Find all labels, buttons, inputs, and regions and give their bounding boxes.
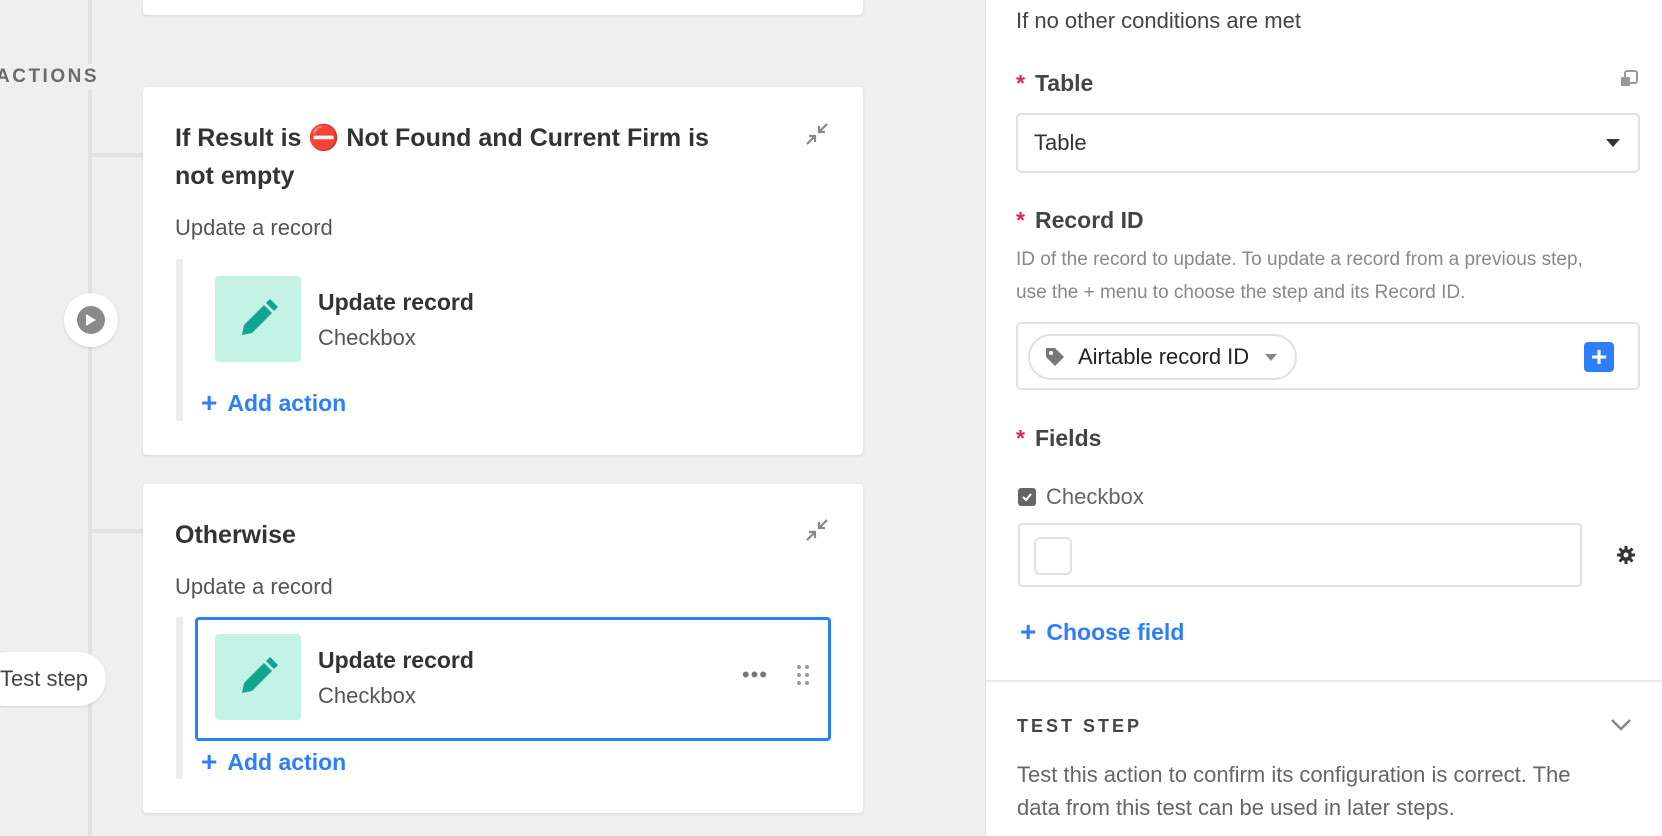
branch-bar xyxy=(176,259,183,421)
field-checkbox-name: Checkbox xyxy=(1018,484,1144,510)
record-id-help: ID of the record to update. To update a … xyxy=(1016,249,1583,303)
run-button[interactable] xyxy=(64,293,118,347)
add-action-label: Add action xyxy=(227,748,347,775)
condition-title: If Result is ⛔ Not Found and Current Fir… xyxy=(175,124,709,190)
table-select-value: Table xyxy=(1034,130,1087,155)
divider xyxy=(986,680,1662,682)
test-step-button[interactable]: Test step xyxy=(0,652,107,706)
collapse-icon[interactable] xyxy=(803,120,831,148)
action-tile xyxy=(215,276,301,362)
choose-field-label: Choose field xyxy=(1046,618,1185,645)
plus-icon: + xyxy=(1020,616,1037,647)
condition-subtitle: Update a record xyxy=(175,215,333,240)
record-id-input[interactable]: Airtable record ID + xyxy=(1016,322,1640,390)
gear-icon[interactable] xyxy=(1616,545,1636,565)
action-row[interactable]: Update record Checkbox xyxy=(195,259,831,381)
action-subtitle: Checkbox xyxy=(318,683,416,708)
record-id-label: * Record ID xyxy=(1016,207,1144,234)
play-icon xyxy=(77,306,105,334)
branch-connector xyxy=(90,529,144,533)
action-title: Update record xyxy=(318,647,474,673)
chevron-down-icon xyxy=(1606,139,1620,147)
more-options-icon[interactable]: ••• xyxy=(742,662,768,688)
action-subtitle: Checkbox xyxy=(318,325,416,350)
chevron-down-icon xyxy=(1265,353,1278,361)
fields-label-text: Fields xyxy=(1034,425,1102,451)
table-label-text: Table xyxy=(1034,70,1094,96)
chevron-down-icon[interactable] xyxy=(1610,718,1632,732)
config-panel: If no other conditions are met * Table Ta… xyxy=(985,0,1662,836)
otherwise-card[interactable]: Otherwise Update a record Update record … xyxy=(143,484,863,813)
add-action-button[interactable]: + Add action xyxy=(201,389,346,417)
fields-label: * Fields xyxy=(1016,425,1101,452)
collapse-icon[interactable] xyxy=(803,516,831,544)
plus-icon: + xyxy=(201,746,218,777)
tag-icon xyxy=(1046,348,1064,366)
record-id-label-text: Record ID xyxy=(1034,207,1144,233)
branch-connector xyxy=(90,153,144,157)
choose-field-button[interactable]: + Choose field xyxy=(1020,618,1184,646)
field-name-label: Checkbox xyxy=(1046,484,1144,509)
checkbox-field-icon xyxy=(1018,488,1036,506)
expand-icon[interactable] xyxy=(1620,70,1638,88)
selected-action-row[interactable]: Update record Checkbox ••• xyxy=(195,617,831,741)
required-asterisk: * xyxy=(1016,207,1025,233)
insert-plus-button[interactable]: + xyxy=(1584,342,1614,372)
test-step-label: Test step xyxy=(0,666,89,691)
test-step-heading: TEST STEP xyxy=(1017,716,1143,736)
required-asterisk: * xyxy=(1016,425,1025,451)
checkbox[interactable] xyxy=(1034,537,1072,575)
table-select[interactable]: Table xyxy=(1016,113,1640,173)
pencil-icon xyxy=(242,657,278,693)
plus-icon: + xyxy=(201,387,218,418)
automation-canvas: ACTIONS If Result is ⛔ Not Found and Cur… xyxy=(0,0,985,836)
record-id-token[interactable]: Airtable record ID xyxy=(1028,334,1298,380)
table-label: * Table xyxy=(1016,70,1093,97)
drag-handle-icon[interactable] xyxy=(796,664,810,686)
action-title: Update record xyxy=(318,289,474,315)
test-step-description: Test this action to confirm its configur… xyxy=(1017,762,1571,820)
action-tile xyxy=(215,634,301,720)
otherwise-title: Otherwise xyxy=(175,521,296,549)
checkbox-field-input xyxy=(1018,523,1582,587)
condition-card[interactable]: If Result is ⛔ Not Found and Current Fir… xyxy=(143,87,863,455)
required-asterisk: * xyxy=(1016,70,1025,96)
condition-text: If no other conditions are met xyxy=(1016,8,1301,33)
add-action-button[interactable]: + Add action xyxy=(201,748,346,776)
pencil-icon xyxy=(242,299,278,335)
actions-section-label: ACTIONS xyxy=(0,64,105,90)
record-id-token-label: Airtable record ID xyxy=(1078,344,1250,369)
previous-card xyxy=(143,0,863,15)
otherwise-subtitle: Update a record xyxy=(175,574,333,599)
flow-line xyxy=(88,0,92,836)
branch-bar xyxy=(176,617,183,779)
add-action-label: Add action xyxy=(227,389,347,416)
